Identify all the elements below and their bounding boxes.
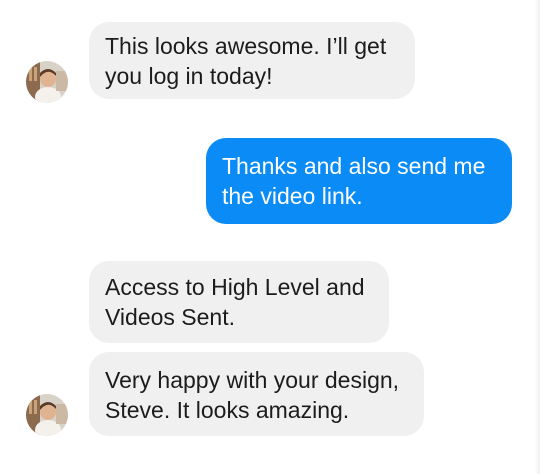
chat-thread: This looks awesome. I’ll get you log in … bbox=[0, 0, 540, 474]
panel-edge bbox=[534, 0, 540, 474]
message-bubble-incoming[interactable]: Very happy with your design, Steve. It l… bbox=[89, 352, 424, 436]
avatar-photo-icon bbox=[26, 394, 68, 436]
message-bubble-incoming[interactable]: This looks awesome. I’ll get you log in … bbox=[89, 22, 415, 99]
contact-avatar[interactable] bbox=[26, 61, 68, 103]
avatar-photo-icon bbox=[26, 61, 68, 103]
message-bubble-incoming[interactable]: Access to High Level and Videos Sent. bbox=[89, 261, 389, 343]
message-bubble-outgoing[interactable]: Thanks and also send me the video link. bbox=[206, 138, 512, 224]
contact-avatar[interactable] bbox=[26, 394, 68, 436]
